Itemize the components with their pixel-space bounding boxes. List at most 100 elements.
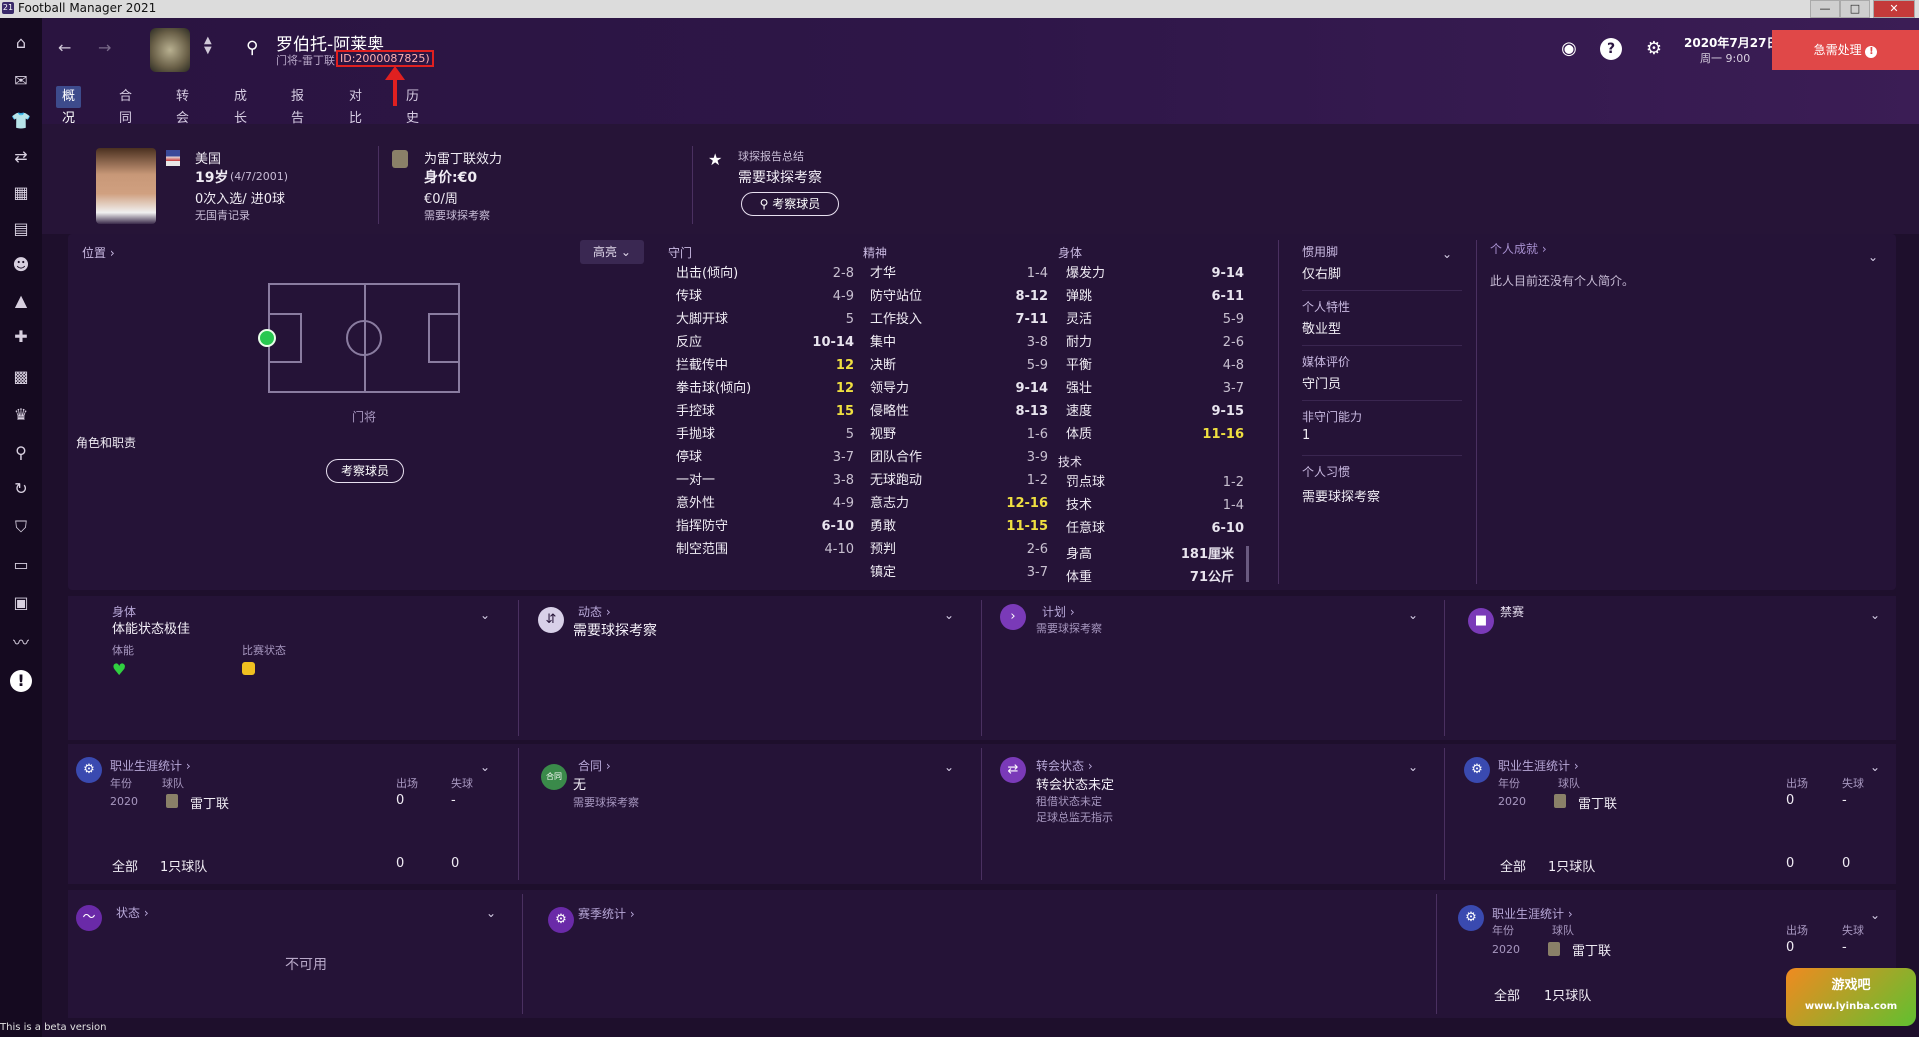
chevron-down-icon[interactable]: ⌄ [1408,760,1418,774]
forward-arrow-icon[interactable]: → [98,38,111,57]
attribute-name: 速度 [1066,404,1093,419]
tab-transfer[interactable]: 转会 ⌄ [170,86,195,148]
career3-team[interactable]: 雷丁联 [1572,940,1611,959]
scouting-icon[interactable]: ⚲ [10,442,32,464]
tab-overview[interactable]: 概况 ⌄ [56,86,82,148]
dev-centre-icon[interactable]: ▣ [10,592,32,614]
dynamics-card-main: 需要球探考察 [573,623,657,639]
achievements-title[interactable]: 个人成就 › [1490,240,1547,257]
chevron-down-icon[interactable]: ⌄ [1870,608,1880,622]
attribute-row: 体质 11-16 [1066,423,1244,446]
dynamics-icon[interactable]: ⇄ [10,146,32,168]
staff-icon[interactable]: ☻ [10,254,32,276]
maximize-button[interactable]: □ [1840,0,1870,18]
chevron-down-icon[interactable]: ⌄ [1408,608,1418,622]
scrollbar[interactable] [1246,546,1249,582]
plan-card-title[interactable]: 计划 › [1042,603,1075,620]
chevron-down-icon[interactable]: ⌄ [1870,760,1880,774]
career2-apps: 0 [1786,793,1795,808]
attribute-row: 灵活 5-9 [1066,308,1244,331]
career2-title[interactable]: 职业生涯统计 › [1498,757,1579,774]
schedule-icon[interactable]: ▩ [10,366,32,388]
gear-icon[interactable]: ⚙ [1643,38,1665,60]
contract-title[interactable]: 合同 › [578,757,611,774]
tab-development[interactable]: 成长 ⌄ [228,86,253,148]
inbox-icon[interactable]: ✉ [10,70,32,92]
urgent-button[interactable]: 急需处理 ! [1772,30,1919,70]
attribute-name: 侵略性 [870,404,910,419]
attribute-value: 7-11 [1015,312,1048,327]
highlight-dropdown[interactable]: 高亮 ⌄ [580,240,644,264]
tab-reports[interactable]: 报告 ⌄ [285,86,310,148]
minimize-button[interactable]: — [1810,0,1840,18]
career2-goals: - [1842,793,1847,808]
dynamics-card-title[interactable]: 动态 › [578,603,611,620]
tactics-icon[interactable]: ▦ [10,182,32,204]
attribute-row: 集中 3-8 [870,331,1048,354]
form-icon: 〜 [76,905,102,931]
analytics-icon[interactable]: 〰 [10,632,32,654]
attribute-name: 拳击球(倾向) [676,381,752,396]
form-title[interactable]: 状态 › [116,904,149,921]
chevron-down-icon[interactable]: ⌄ [1870,908,1880,922]
career3-col-goals: 失球 [1842,924,1864,937]
career2-team[interactable]: 雷丁联 [1578,793,1617,812]
alert-icon[interactable]: ! [10,670,32,692]
medical-icon[interactable]: ✚ [10,326,32,348]
home-icon[interactable]: ⌂ [10,32,32,54]
career1-title[interactable]: 职业生涯统计 › [110,757,191,774]
transfer-title[interactable]: 转会状态 › [1036,757,1093,774]
training-icon[interactable]: ▲ [10,290,32,312]
player-wage: €0/周 [424,192,458,207]
chevron-down-icon[interactable]: ⌄ [944,608,954,622]
transfers-icon[interactable]: ↻ [10,478,32,500]
club-icon[interactable]: ⛉ [10,516,32,538]
career2-col-goals: 失球 [1842,777,1864,790]
chevron-down-icon[interactable]: ⌄ [480,760,490,774]
attribute-row: 爆发力 9-14 [1066,262,1244,285]
attribute-row: 耐力 2-6 [1066,331,1244,354]
chevron-down-icon[interactable]: ⌄ [486,906,496,920]
career1-team[interactable]: 雷丁联 [190,793,229,812]
chevron-down-icon[interactable]: ⌄ [480,608,490,622]
close-button[interactable]: ✕ [1873,0,1915,18]
media-value: 守门员 [1302,377,1342,392]
body-card-main: 体能状态极佳 [112,622,191,637]
tab-history[interactable]: 历史 ⌄ [400,86,425,148]
finances-icon[interactable]: ▭ [10,554,32,576]
chevron-down-icon[interactable]: ⌄ [944,760,954,774]
search-icon: ⚲ [759,197,769,211]
game-date[interactable]: 2020年7月27日 [1684,34,1778,51]
chevron-down-icon[interactable]: ⌄ [1868,250,1878,264]
tab-compare[interactable]: 对比 ⌄ [343,86,368,148]
chevron-down-icon[interactable]: ⌄ [1442,247,1452,261]
attribute-name: 灵活 [1066,312,1093,327]
scout-player-button-header[interactable]: ⚲ 考察球员 [741,192,839,216]
attribute-name: 预判 [870,542,897,557]
back-arrow-icon[interactable]: ← [58,38,71,57]
player-switch-icon[interactable]: ▲ ▼ [204,36,212,56]
competitions-icon[interactable]: ♛ [10,404,32,426]
tab-contract[interactable]: 合同 ⌄ [113,86,138,148]
career3-title[interactable]: 职业生涯统计 › [1492,905,1573,922]
reports-icon[interactable]: ▤ [10,218,32,240]
attribute-value: 10-14 [812,335,854,350]
attribute-value: 1-2 [1026,473,1048,488]
season-title[interactable]: 赛季统计 › [578,905,635,922]
transfer-sub2: 足球总监无指示 [1036,811,1113,824]
plan-icon: › [1000,604,1026,630]
scout-player-button[interactable]: 考察球员 [326,459,404,483]
position-label: 门将 [352,410,377,424]
attribute-name: 传球 [676,289,703,304]
search-icon[interactable]: ⚲ [246,38,258,58]
attribute-row: 停球 3-7 [676,446,854,469]
world-icon[interactable]: ◉ [1558,38,1580,60]
height-row: 身高 181厘米 [1066,543,1234,566]
attribute-name: 强壮 [1066,381,1093,396]
squad-icon[interactable]: 👕 [10,110,32,132]
app-icon: 21 [2,2,14,14]
attribute-row: 出击(倾向) 2-8 [676,262,854,285]
position-title[interactable]: 位置 › [82,244,115,261]
help-icon[interactable]: ? [1600,38,1622,60]
club-badge[interactable] [150,28,190,72]
